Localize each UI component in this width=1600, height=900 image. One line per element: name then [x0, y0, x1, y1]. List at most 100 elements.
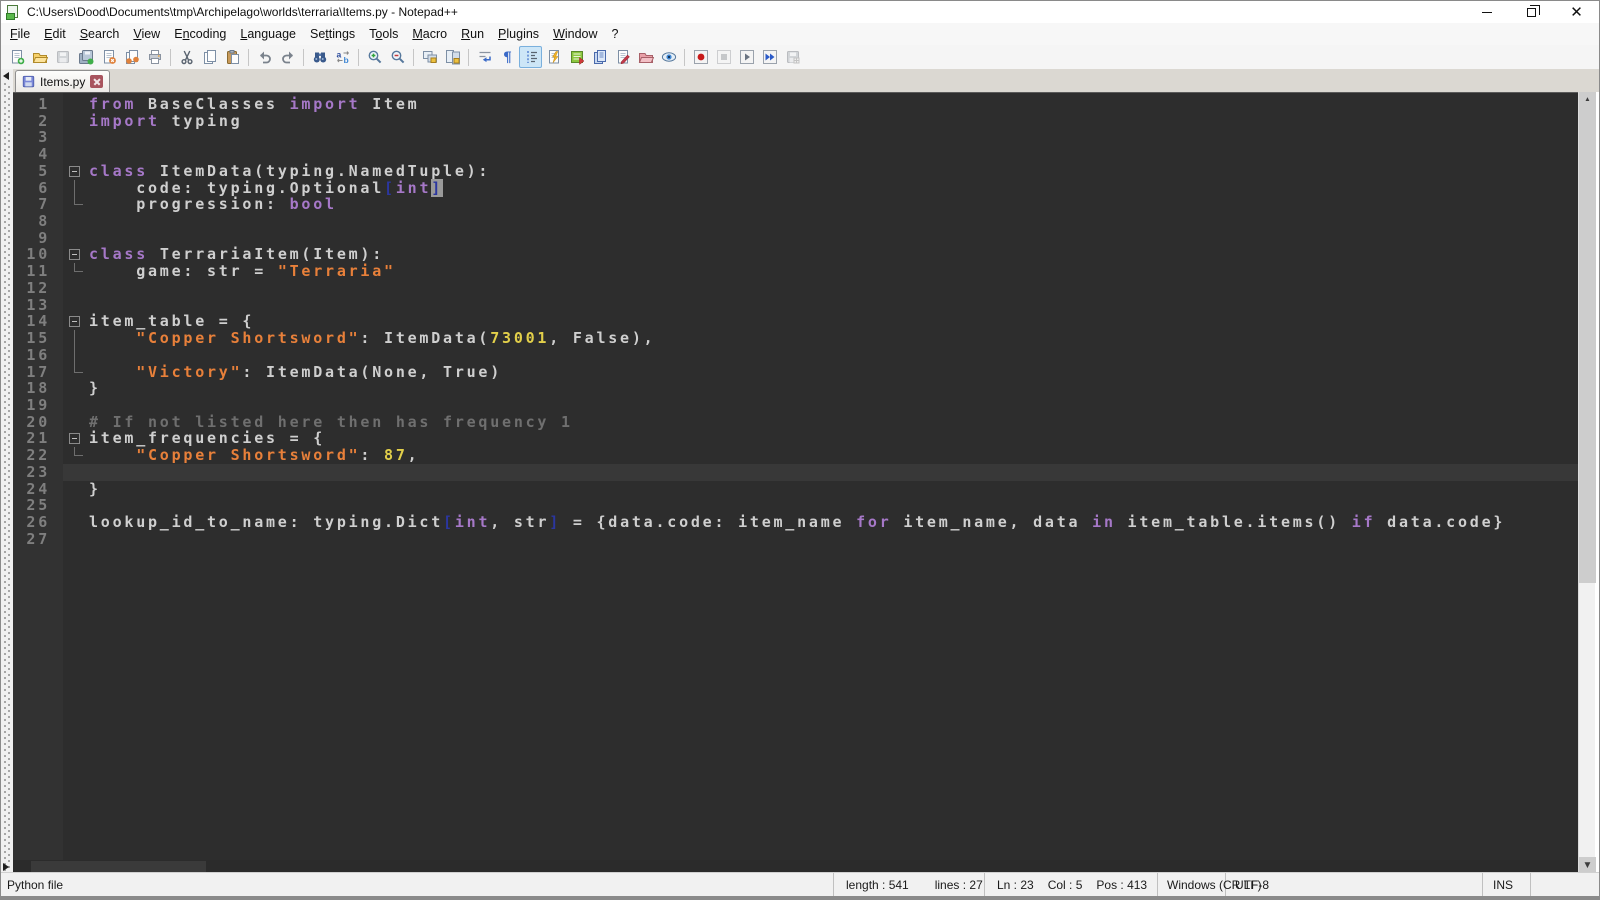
vertical-scrollbar-thumb[interactable]: [1579, 101, 1596, 583]
menu-file[interactable]: File: [3, 24, 37, 44]
minimize-button[interactable]: [1464, 1, 1509, 23]
fold-collapse-marker[interactable]: [63, 246, 87, 263]
code-text[interactable]: "Copper Shortsword": ItemData(73001, Fal…: [87, 330, 1579, 347]
find-button[interactable]: [308, 46, 331, 68]
cut-button[interactable]: [175, 46, 198, 68]
code-text[interactable]: "Victory": ItemData(None, True): [87, 364, 1579, 381]
code-line[interactable]: 2import typing: [13, 113, 1579, 130]
code-line[interactable]: 14item_table = {: [13, 313, 1579, 330]
paste-button[interactable]: [221, 46, 244, 68]
sync-vertical-button[interactable]: [418, 46, 441, 68]
menu-tools[interactable]: Tools: [362, 24, 405, 44]
code-line[interactable]: 21item_frequencies = {: [13, 430, 1579, 447]
menu-macro[interactable]: Macro: [405, 24, 454, 44]
code-line[interactable]: 9: [13, 230, 1579, 247]
menu-search[interactable]: Search: [73, 24, 127, 44]
menu-encoding[interactable]: Encoding: [167, 24, 233, 44]
file-edit-button[interactable]: [611, 46, 634, 68]
fold-collapse-marker[interactable]: [63, 163, 87, 180]
folder-as-workspace-button[interactable]: [634, 46, 657, 68]
code-text[interactable]: progression: bool: [87, 196, 1579, 213]
save-button[interactable]: [51, 46, 74, 68]
word-wrap-button[interactable]: [473, 46, 496, 68]
code-text[interactable]: import typing: [87, 113, 1579, 130]
code-text[interactable]: lookup_id_to_name: typing.Dict[int, str]…: [87, 514, 1579, 531]
code-lines[interactable]: 1from BaseClasses import Item2import typ…: [13, 93, 1579, 547]
code-line[interactable]: 6 code: typing.Optional[int]: [13, 180, 1579, 197]
close-button[interactable]: ✕: [1554, 1, 1599, 23]
show-indent-guide-button[interactable]: [519, 46, 542, 68]
vertical-scrollbar[interactable]: ▲ ▼: [1578, 92, 1595, 874]
menu-language[interactable]: Language: [233, 24, 303, 44]
code-text[interactable]: [87, 531, 1579, 548]
macro-run-multiple-button[interactable]: [758, 46, 781, 68]
code-line[interactable]: 4: [13, 146, 1579, 163]
new-file-button[interactable]: [5, 46, 28, 68]
code-text[interactable]: [87, 230, 1579, 247]
code-text[interactable]: }: [87, 481, 1579, 498]
code-text[interactable]: [87, 464, 1579, 481]
code-text[interactable]: from BaseClasses import Item: [87, 96, 1579, 113]
code-line[interactable]: 16: [13, 347, 1579, 364]
menu-settings[interactable]: Settings: [303, 24, 362, 44]
menu-run[interactable]: Run: [454, 24, 491, 44]
code-line[interactable]: 11 game: str = "Terraria": [13, 263, 1579, 280]
menu-plugins[interactable]: Plugins: [491, 24, 546, 44]
code-line[interactable]: 17 "Victory": ItemData(None, True): [13, 364, 1579, 381]
code-line[interactable]: 20# If not listed here then has frequenc…: [13, 414, 1579, 431]
close-button[interactable]: [97, 46, 120, 68]
macro-playback-button[interactable]: [735, 46, 758, 68]
macro-stop-button[interactable]: [712, 46, 735, 68]
code-text[interactable]: code: typing.Optional[int]: [87, 180, 1579, 197]
code-text[interactable]: [87, 146, 1579, 163]
code-line[interactable]: 19: [13, 397, 1579, 414]
code-line[interactable]: 15 "Copper Shortsword": ItemData(73001, …: [13, 330, 1579, 347]
macro-record-button[interactable]: [689, 46, 712, 68]
document-list-button[interactable]: [588, 46, 611, 68]
save-all-button[interactable]: [74, 46, 97, 68]
code-text[interactable]: class ItemData(typing.NamedTuple):: [87, 163, 1579, 180]
code-line[interactable]: 10class TerrariaItem(Item):: [13, 246, 1579, 263]
menu-window[interactable]: Window: [546, 24, 604, 44]
document-map-button[interactable]: [565, 46, 588, 68]
code-line[interactable]: 8: [13, 213, 1579, 230]
code-text[interactable]: class TerrariaItem(Item):: [87, 246, 1579, 263]
tab-scroll-left-icon[interactable]: [3, 72, 9, 80]
code-line[interactable]: 5class ItemData(typing.NamedTuple):: [13, 163, 1579, 180]
open-file-button[interactable]: [28, 46, 51, 68]
code-text[interactable]: [87, 497, 1579, 514]
code-text[interactable]: [87, 397, 1579, 414]
monitoring-button[interactable]: [657, 46, 680, 68]
code-text[interactable]: # If not listed here then has frequency …: [87, 414, 1579, 431]
zoom-in-button[interactable]: [363, 46, 386, 68]
dock-grip-strip[interactable]: [1, 69, 13, 874]
fold-collapse-marker[interactable]: [63, 430, 87, 447]
code-text[interactable]: [87, 129, 1579, 146]
code-text[interactable]: item_table = {: [87, 313, 1579, 330]
code-line[interactable]: 7 progression: bool: [13, 196, 1579, 213]
code-text[interactable]: item_frequencies = {: [87, 430, 1579, 447]
restore-button[interactable]: [1509, 1, 1554, 23]
code-line[interactable]: 18}: [13, 380, 1579, 397]
code-line[interactable]: 24}: [13, 481, 1579, 498]
code-line[interactable]: 26lookup_id_to_name: typing.Dict[int, st…: [13, 514, 1579, 531]
menu-edit[interactable]: Edit: [37, 24, 73, 44]
tab-items-py[interactable]: Items.py: [15, 70, 110, 92]
code-line[interactable]: 13: [13, 297, 1579, 314]
code-line[interactable]: 27: [13, 531, 1579, 548]
menu-view[interactable]: View: [126, 24, 167, 44]
copy-button[interactable]: [198, 46, 221, 68]
menu-[interactable]: ?: [605, 24, 626, 44]
code-text[interactable]: [87, 347, 1579, 364]
show-all-characters-button[interactable]: ¶: [496, 46, 519, 68]
code-text[interactable]: [87, 280, 1579, 297]
close-all-button[interactable]: [120, 46, 143, 68]
code-text[interactable]: [87, 213, 1579, 230]
undo-button[interactable]: [253, 46, 276, 68]
tab-close-icon[interactable]: [90, 75, 103, 88]
code-editor[interactable]: 1from BaseClasses import Item2import typ…: [13, 92, 1579, 874]
code-line[interactable]: 12: [13, 280, 1579, 297]
redo-button[interactable]: [276, 46, 299, 68]
code-line[interactable]: 22 "Copper Shortsword": 87,: [13, 447, 1579, 464]
replace-button[interactable]: ab: [331, 46, 354, 68]
